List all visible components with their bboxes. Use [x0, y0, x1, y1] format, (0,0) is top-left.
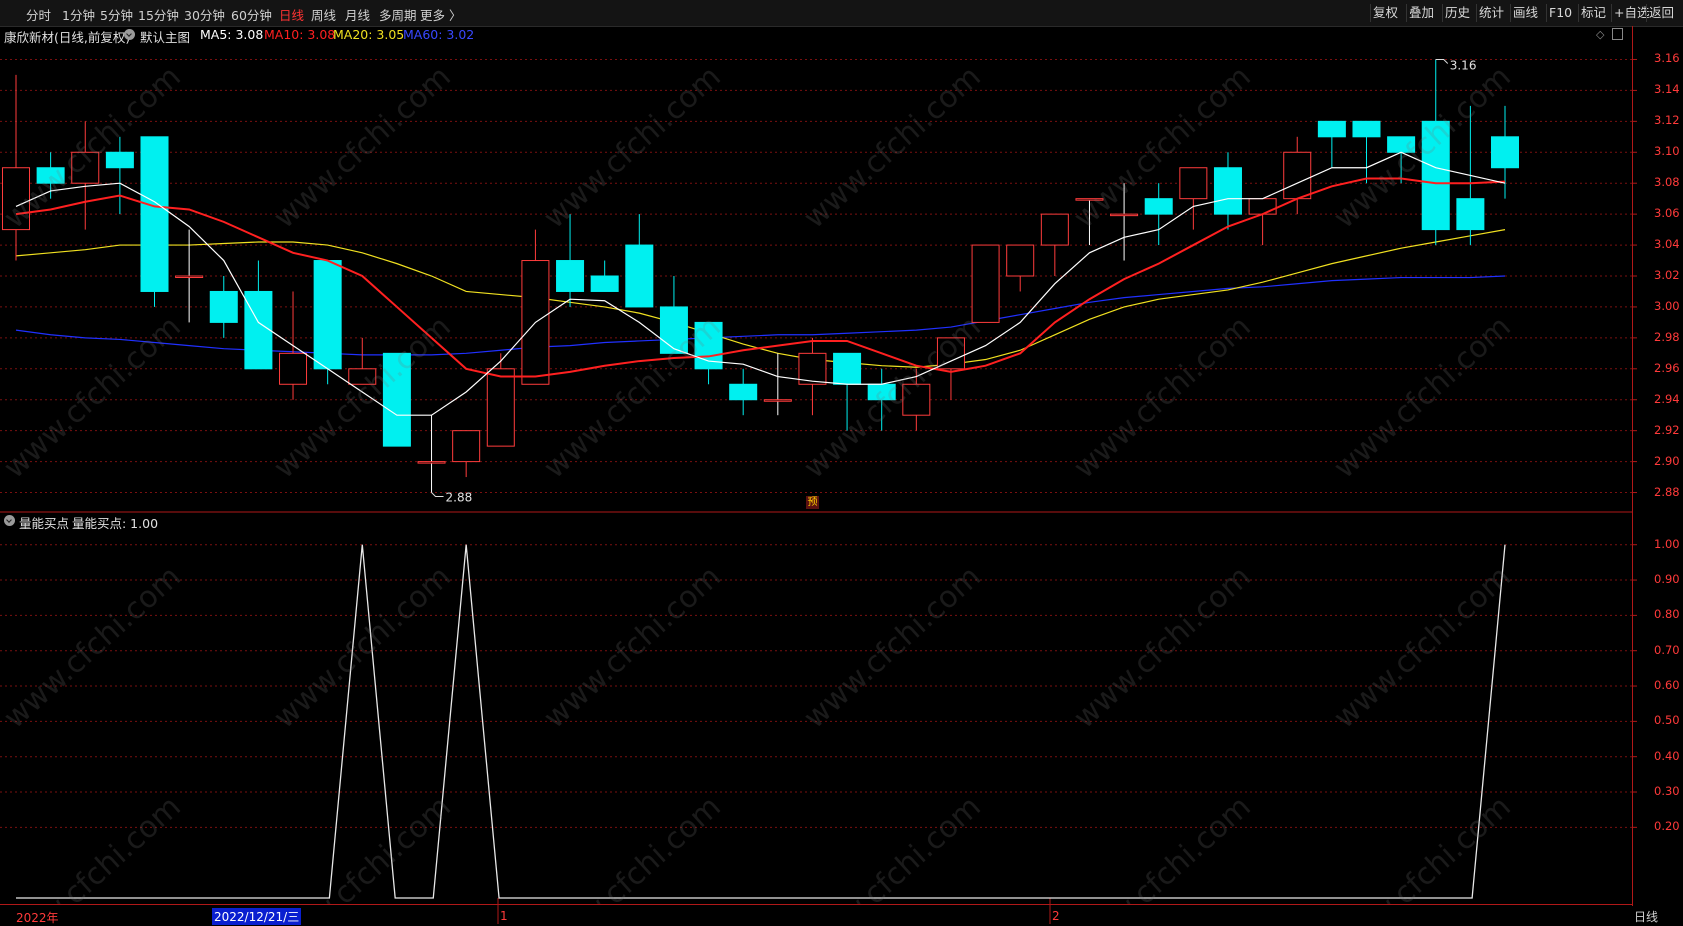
watermark: www.cfchi.com: [537, 59, 728, 236]
watermark: www.cfchi.com: [797, 59, 988, 236]
price-tick-label: 2.92: [1654, 422, 1680, 437]
date-label: 2022年: [16, 911, 59, 925]
watermark: www.cfchi.com: [797, 789, 988, 904]
watermark: www.cfchi.com: [797, 559, 988, 736]
watermark: www.cfchi.com: [1327, 59, 1518, 236]
price-tick-label: 2.88: [1654, 484, 1680, 499]
price-tick-label: 2.98: [1654, 329, 1680, 344]
watermark: www.cfchi.com: [0, 309, 188, 486]
watermark: www.cfchi.com: [267, 559, 458, 736]
price-tick-label: 3.12: [1654, 113, 1680, 128]
watermark: www.cfchi.com: [537, 309, 728, 486]
date-cursor-label: 2022/12/21/三: [212, 908, 302, 925]
indicator-tick-label: 0.30: [1654, 784, 1680, 799]
price-tick-label: 2.94: [1654, 391, 1680, 406]
period-corner-label: 日线: [1634, 910, 1659, 924]
watermark: www.cfchi.com: [1067, 789, 1258, 904]
price-tick-label: 3.04: [1654, 237, 1680, 252]
watermark-layer: www.cfchi.com www.cfchi.com www.cfchi.com w…: [0, 0, 1632, 904]
price-tick-label: 3.14: [1654, 82, 1680, 97]
price-tick-label: 2.96: [1654, 360, 1680, 375]
watermark: www.cfchi.com: [0, 59, 188, 236]
watermark: www.cfchi.com: [537, 789, 728, 904]
watermark: www.cfchi.com: [267, 789, 458, 904]
watermark: www.cfchi.com: [537, 559, 728, 736]
price-tick-label: 2.90: [1654, 453, 1680, 468]
date-label: 2: [1052, 909, 1060, 923]
watermark: www.cfchi.com: [1327, 309, 1518, 486]
indicator-tick-label: 1.00: [1654, 536, 1680, 551]
watermark: www.cfchi.com: [267, 59, 458, 236]
price-tick-label: 3.02: [1654, 268, 1680, 282]
indicator-tick-label: 0.40: [1654, 748, 1680, 763]
date-label: 1: [500, 909, 508, 923]
watermark: www.cfchi.com: [0, 789, 188, 904]
indicator-tick-label: 0.60: [1654, 678, 1680, 693]
price-tick-label: 3.00: [1654, 298, 1680, 313]
watermark: www.cfchi.com: [1327, 559, 1518, 736]
watermark: www.cfchi.com: [267, 309, 458, 486]
watermark: www.cfchi.com: [1067, 309, 1258, 486]
indicator-tick-label: 0.80: [1654, 607, 1680, 622]
watermark: www.cfchi.com: [1067, 559, 1258, 736]
price-tick-label: 3.06: [1654, 206, 1680, 221]
price-tick-label: 3.08: [1654, 175, 1680, 190]
watermark: www.cfchi.com: [0, 559, 188, 736]
watermark: www.cfchi.com: [1067, 59, 1258, 236]
watermark: www.cfchi.com: [797, 309, 988, 486]
watermark: www.cfchi.com: [1327, 789, 1518, 904]
date-axis: 2022/12/21/三 2022年 1 2: [0, 904, 1632, 925]
indicator-tick-label: 0.20: [1654, 819, 1680, 834]
price-tick-label: 3.10: [1654, 144, 1680, 159]
indicator-tick-label: 0.70: [1654, 642, 1680, 657]
indicator-tick-label: 0.50: [1654, 713, 1680, 728]
price-tick-label: 3.16: [1654, 51, 1680, 66]
indicator-tick-label: 0.90: [1654, 572, 1680, 587]
